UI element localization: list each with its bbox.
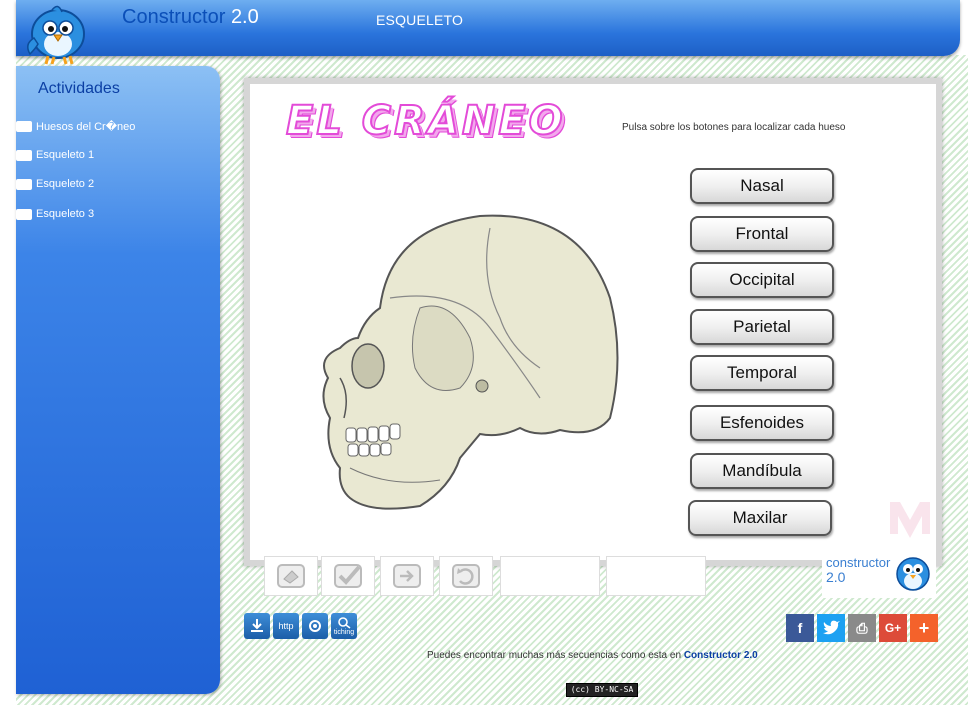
bone-button-esfenoides[interactable]: Esfenoides <box>690 405 834 441</box>
footer-text: Puedes encontrar muchas más secuencias c… <box>427 650 758 661</box>
sidebar-item-huesos-del-craneo[interactable]: Huesos del Cr�neo <box>16 117 135 135</box>
sidebar-heading: Actividades <box>38 80 120 97</box>
tool-undo[interactable] <box>439 556 493 596</box>
activity-toolbar <box>262 556 712 596</box>
gear-icon <box>309 620 321 632</box>
undo-icon <box>452 564 480 588</box>
app-version: 2.0 <box>230 6 259 28</box>
instruction-text: Pulsa sobre los botones para localizar c… <box>622 122 846 133</box>
http-icon[interactable]: http <box>273 613 299 639</box>
bird-logo-icon <box>27 5 85 65</box>
download-arrow-icon <box>251 619 263 632</box>
export-icons: http tiching <box>244 613 357 639</box>
print-icon[interactable]: ⎙ <box>848 614 876 642</box>
app-name: Constructor <box>122 6 226 28</box>
bullet-icon <box>16 208 32 220</box>
check-icon <box>334 564 362 588</box>
activity-canvas: EL CRÁNEO Pulsa sobre los botones para l… <box>250 84 936 560</box>
bullet-icon <box>16 178 32 190</box>
bone-button-mandibula[interactable]: Mandíbula <box>690 453 834 489</box>
sidebar-item-label: Esqueleto 2 <box>36 178 95 190</box>
sidebar-item-esqueleto-1[interactable]: Esqueleto 1 <box>16 146 94 164</box>
sidebar-item-esqueleto-3[interactable]: Esqueleto 3 <box>16 205 94 223</box>
bone-button-frontal[interactable]: Frontal <box>690 216 834 252</box>
download-icon[interactable] <box>244 613 270 639</box>
twitter-icon[interactable] <box>817 614 845 642</box>
skull-illustration <box>322 214 619 510</box>
app-title: Constructor 2.0 <box>122 6 259 29</box>
constructor-brand: constructor 2.0 <box>822 552 936 598</box>
search-icon <box>338 616 351 629</box>
bone-button-temporal[interactable]: Temporal <box>690 355 834 391</box>
tool-eraser[interactable] <box>264 556 318 596</box>
tool-slot-empty <box>500 556 600 596</box>
constructor-link[interactable]: Constructor 2.0 <box>684 650 758 661</box>
bone-button-maxilar[interactable]: Maxilar <box>688 500 832 536</box>
facebook-icon[interactable]: f <box>786 614 814 642</box>
footer-message: Puedes encontrar muchas más secuencias c… <box>427 650 682 661</box>
tool-slot-empty <box>606 556 706 596</box>
brand-text: constructor 2.0 <box>826 556 890 585</box>
sidebar-item-esqueleto-2[interactable]: Esqueleto 2 <box>16 175 94 193</box>
bone-button-occipital[interactable]: Occipital <box>690 262 834 298</box>
page: Constructor 2.0 ESQUELETO Actividades Hu… <box>0 0 980 716</box>
google-plus-icon[interactable]: G+ <box>879 614 907 642</box>
bird-glyph-icon <box>823 620 840 635</box>
bullet-icon <box>16 149 32 161</box>
eraser-icon <box>277 564 305 588</box>
tiching-icon[interactable]: tiching <box>331 613 357 639</box>
brand-version: 2.0 <box>826 569 846 585</box>
sidebar-item-label: Huesos del Cr�neo <box>36 120 136 133</box>
license-badge[interactable]: (cc) BY-NC-SA <box>566 683 638 697</box>
sidebar-item-label: Esqueleto 3 <box>36 208 95 220</box>
scorm-icon[interactable] <box>302 613 328 639</box>
bone-button-parietal[interactable]: Parietal <box>690 309 834 345</box>
social-share: f ⎙ G+ + <box>786 614 938 642</box>
section-title: ESQUELETO <box>376 12 464 28</box>
next-icon <box>393 564 421 588</box>
activity-title: EL CRÁNEO <box>285 97 566 145</box>
mv-watermark-logo <box>890 502 930 538</box>
tiching-label: tiching <box>333 628 355 636</box>
bullet-icon <box>16 120 32 132</box>
activity-panel: EL CRÁNEO Pulsa sobre los botones para l… <box>244 78 942 566</box>
tool-next[interactable] <box>380 556 434 596</box>
tool-check[interactable] <box>321 556 375 596</box>
sidebar: Actividades Huesos del Cr�neo Esqueleto … <box>16 66 220 694</box>
brand-name: constructor <box>826 555 891 570</box>
more-icon[interactable]: + <box>910 614 938 642</box>
bone-button-nasal[interactable]: Nasal <box>690 168 834 204</box>
sidebar-item-label: Esqueleto 1 <box>36 149 95 161</box>
bird-mascot-icon <box>896 557 930 591</box>
